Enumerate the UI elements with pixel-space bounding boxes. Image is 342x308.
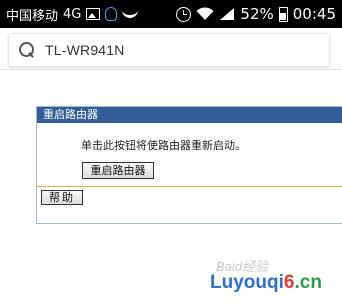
status-bar-left: 中国移动 4G [6,5,139,24]
reboot-router-button[interactable]: 重启路由器 [82,162,154,179]
watermark: Baid经验 Luyouqi6.cn [210,256,340,306]
image-icon [86,8,101,20]
qq-icon [105,7,118,21]
panel-description: 单击此按钮将使路由器重新启动。 [81,139,246,152]
wifi-icon [196,7,214,20]
network-type: 4G [63,6,82,22]
status-bar: 中国移动 4G 52% 00:45 [0,0,342,28]
site-watermark: Luyouqi6.cn [210,272,322,294]
help-bar: 帮助 [37,187,342,207]
battery-percent: 52% [240,5,274,23]
router-page: 重启路由器 单击此按钮将使路由器重新启动。 重启路由器 帮助 Baid经验 Lu… [0,70,342,308]
panel-title: 重启路由器 [37,107,342,123]
search-input[interactable]: TL-WR941N [8,33,330,67]
search-bar-area: TL-WR941N [0,28,342,70]
clock: 00:45 [292,5,336,23]
site-watermark-part3: .cn [294,272,322,293]
carrier-name: 中国移动 [6,8,59,24]
search-icon[interactable] [19,42,35,58]
signal-icon [220,8,235,20]
boat-icon [122,10,139,18]
status-bar-right: 52% 00:45 [176,0,336,28]
help-button[interactable]: 帮助 [41,190,83,205]
site-watermark-part1: Luyouqi [210,272,284,293]
search-input-value: TL-WR941N [45,42,125,58]
battery-icon [278,6,288,22]
site-watermark-part2: 6 [283,272,295,293]
alarm-icon [176,6,192,22]
reboot-panel: 重启路由器 单击此按钮将使路由器重新启动。 重启路由器 帮助 [36,106,342,224]
